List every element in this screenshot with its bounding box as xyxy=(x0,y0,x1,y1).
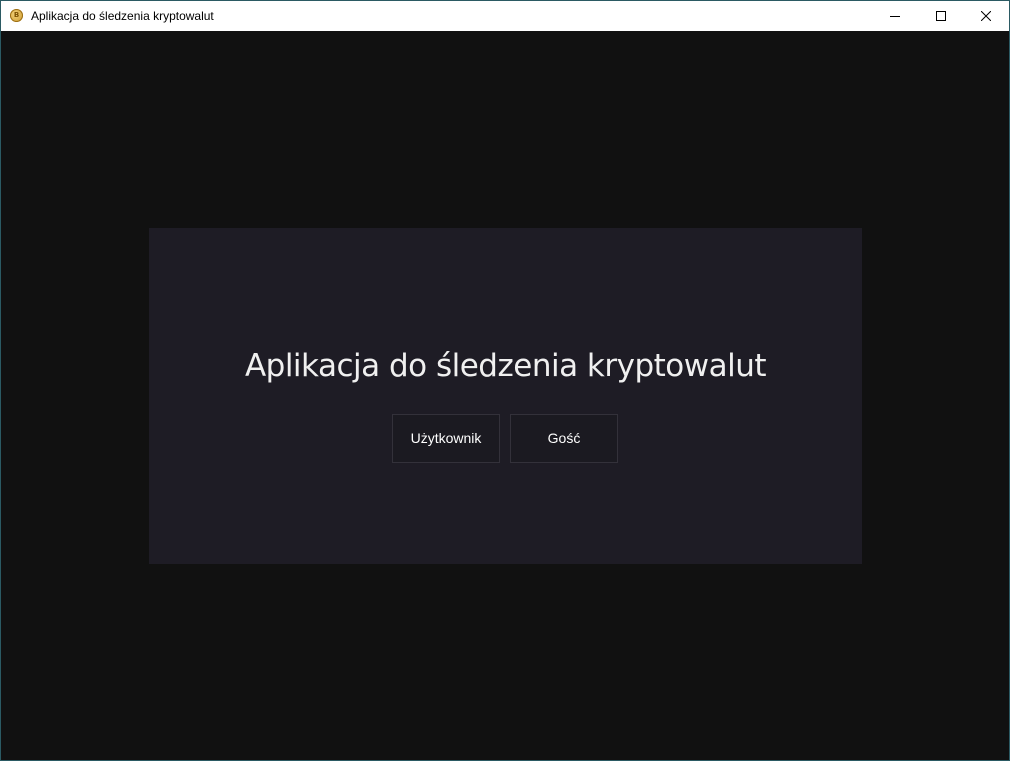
title-bar[interactable]: B Aplikacja do śledzenia kryptowalut xyxy=(1,1,1009,31)
welcome-panel: Aplikacja do śledzenia kryptowalut Użytk… xyxy=(149,228,862,564)
page-title: Aplikacja do śledzenia kryptowalut xyxy=(244,348,767,384)
close-button[interactable] xyxy=(963,1,1009,31)
maximize-icon xyxy=(936,11,946,21)
maximize-button[interactable] xyxy=(918,1,964,31)
close-icon xyxy=(981,11,991,21)
window-title: Aplikacja do śledzenia kryptowalut xyxy=(31,9,214,23)
app-window: B Aplikacja do śledzenia kryptowalut Apl… xyxy=(0,0,1010,761)
guest-button[interactable]: Gość xyxy=(510,414,618,463)
minimize-button[interactable] xyxy=(872,1,918,31)
user-button[interactable]: Użytkownik xyxy=(392,414,500,463)
bitcoin-coin-icon: B xyxy=(10,9,23,22)
minimize-icon xyxy=(890,16,900,17)
client-area: Aplikacja do śledzenia kryptowalut Użytk… xyxy=(1,31,1009,760)
